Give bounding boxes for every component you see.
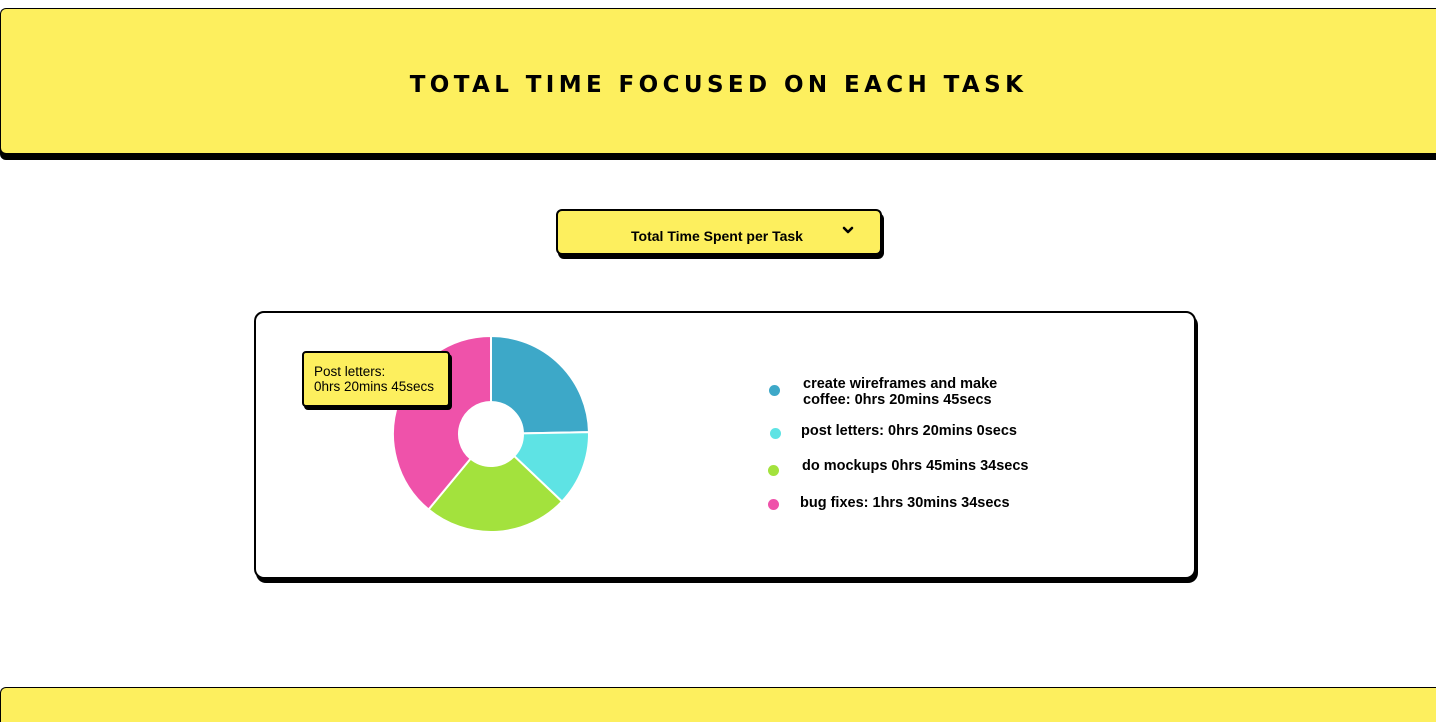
footer-bar (0, 687, 1436, 722)
legend-label-line: bug fixes: 1hrs 30mins 34secs (800, 495, 1010, 511)
legend-color-dot (768, 465, 779, 476)
legend-color-dot (768, 499, 779, 510)
page-header: TOTAL TIME FOCUSED ON EACH TASK (0, 8, 1436, 154)
chart-view-select-value: Total Time Spent per Task (631, 228, 803, 244)
legend-label: create wireframes and make coffee: 0hrs … (803, 376, 997, 408)
legend-label-line: create wireframes and make (803, 376, 998, 392)
chart-tooltip: Post letters: 0hrs 20mins 45secs (302, 351, 450, 407)
legend-color-dot (769, 385, 780, 396)
legend-label: bug fixes: 1hrs 30mins 34secs (800, 495, 1010, 511)
legend-label-line: coffee: 0hrs 20mins 45secs (803, 392, 992, 408)
tooltip-duration-value: 0hrs 20mins 45secs (314, 379, 435, 394)
chevron-down-icon (842, 226, 854, 234)
chart-view-select[interactable]: Total Time Spent per Task (556, 209, 882, 255)
page-title: TOTAL TIME FOCUSED ON EACH TASK (409, 72, 1028, 98)
legend-label: do mockups 0hrs 45mins 34secs (802, 458, 1028, 474)
donut-slice-create-wireframes-and-make-coffee[interactable] (490, 334, 591, 435)
tooltip-task-label: Post letters: (314, 364, 386, 379)
legend-label-line: do mockups 0hrs 45mins 34secs (802, 458, 1029, 474)
legend-label-line: post letters: 0hrs 20mins 0secs (801, 423, 1017, 439)
chart-card: Post letters: 0hrs 20mins 45secs create … (254, 311, 1196, 579)
page: TOTAL TIME FOCUSED ON EACH TASK Total Ti… (0, 0, 1436, 722)
legend-label: post letters: 0hrs 20mins 0secs (801, 423, 1017, 439)
legend-color-dot (770, 428, 781, 439)
